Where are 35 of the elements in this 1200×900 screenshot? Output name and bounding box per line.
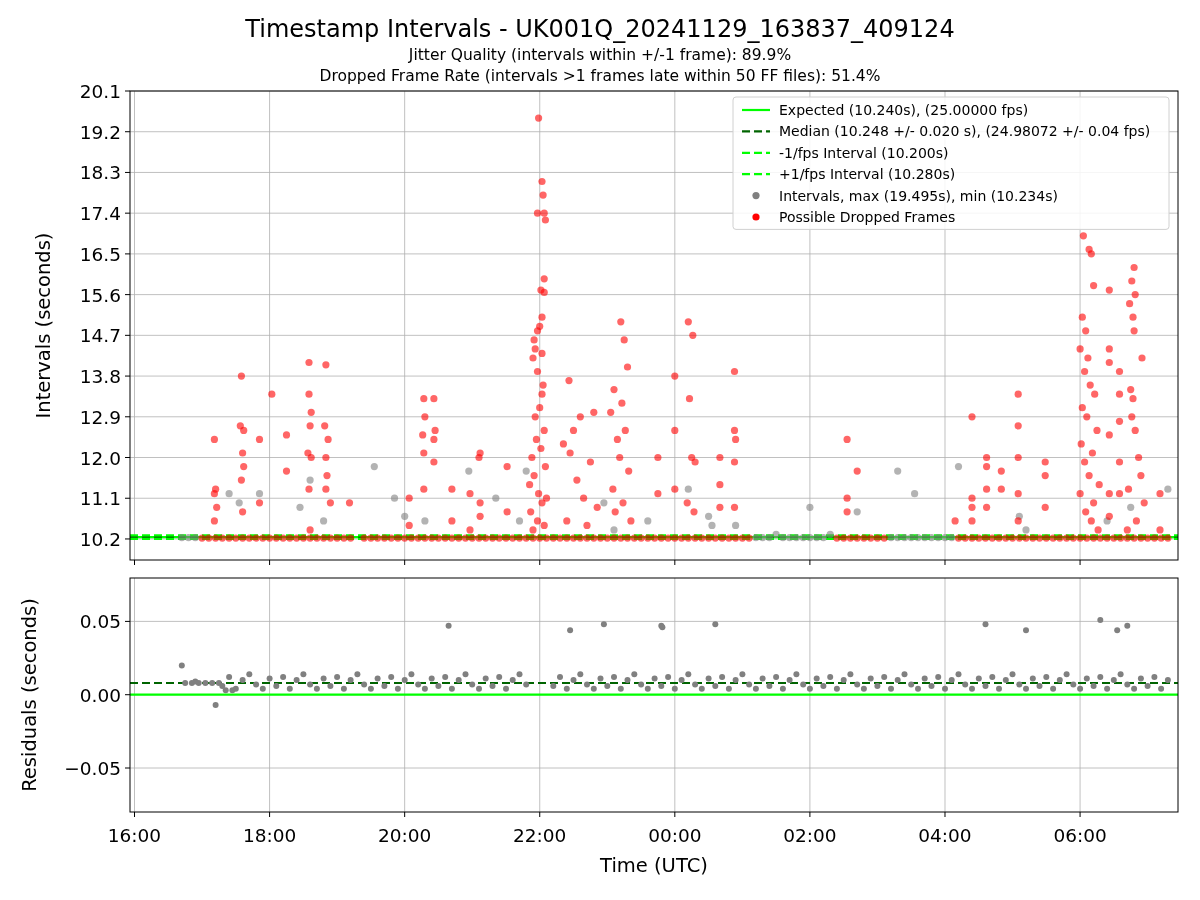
axis-title: Residuals (seconds) [18,598,41,792]
chart-subtitle: Jitter Quality (intervals within +/-1 frame): 89.9% [408,45,792,66]
axis-tick-label: 19.2 [79,121,121,143]
axis-tick-label: 18.3 [79,162,121,184]
axis-tick-label: 20:00 [378,825,432,846]
axis-tick-label: 17.4 [79,203,121,225]
axis-title: Time (UTC) [600,854,708,877]
axis-tick-label: 18:00 [242,825,297,846]
axis-tick-label: 11.1 [79,488,121,510]
axis-tick-label: 06:00 [1053,825,1107,846]
axis-tick-label: 12.0 [79,447,121,469]
axis-tick-label: 00:00 [648,825,702,846]
axis-tick-label: 15.6 [79,284,121,306]
axis-tick-label: 10.2 [79,528,121,550]
legend-label: Expected (10.240s), (25.00000 fps) [779,102,1029,118]
chart-title: Timestamp Intervals - UK001Q_20241129_163837_409124 [245,14,955,45]
legend-label: Intervals, max (19.495s), min (10.234s) [779,187,1058,204]
axis-tick-label: 16:00 [107,825,162,846]
axis-tick-label: 20.1 [79,81,121,102]
axis-title: Intervals (seconds) [32,232,55,419]
legend-label: Possible Dropped Frames [779,209,956,225]
axis-tick-label: 22:00 [513,825,567,846]
chart-subtitle: Dropped Frame Rate (intervals >1 frames late within 50 FF files): 51.4% [319,66,881,87]
axis-tick-label: 14.7 [79,325,121,347]
axis-tick-label: 04:00 [918,825,972,846]
axis-tick-label: 12.9 [79,406,121,428]
legend-label: +1/fps Interval (10.280s) [779,166,956,183]
axis-tick-label: 0.00 [79,684,121,706]
legend-label: -1/fps Interval (10.200s) [779,144,949,161]
axis-tick-label: −0.05 [64,758,121,779]
axis-tick-label: 16.5 [79,243,121,265]
axis-tick-label: 13.8 [79,366,121,388]
axis-tick-label: 02:00 [783,825,837,846]
axis-tick-label: 0.05 [79,611,121,633]
legend-label: Median (10.248 +/- 0.020 s), (24.98072 +/- 0.04 fps) [779,123,1151,140]
